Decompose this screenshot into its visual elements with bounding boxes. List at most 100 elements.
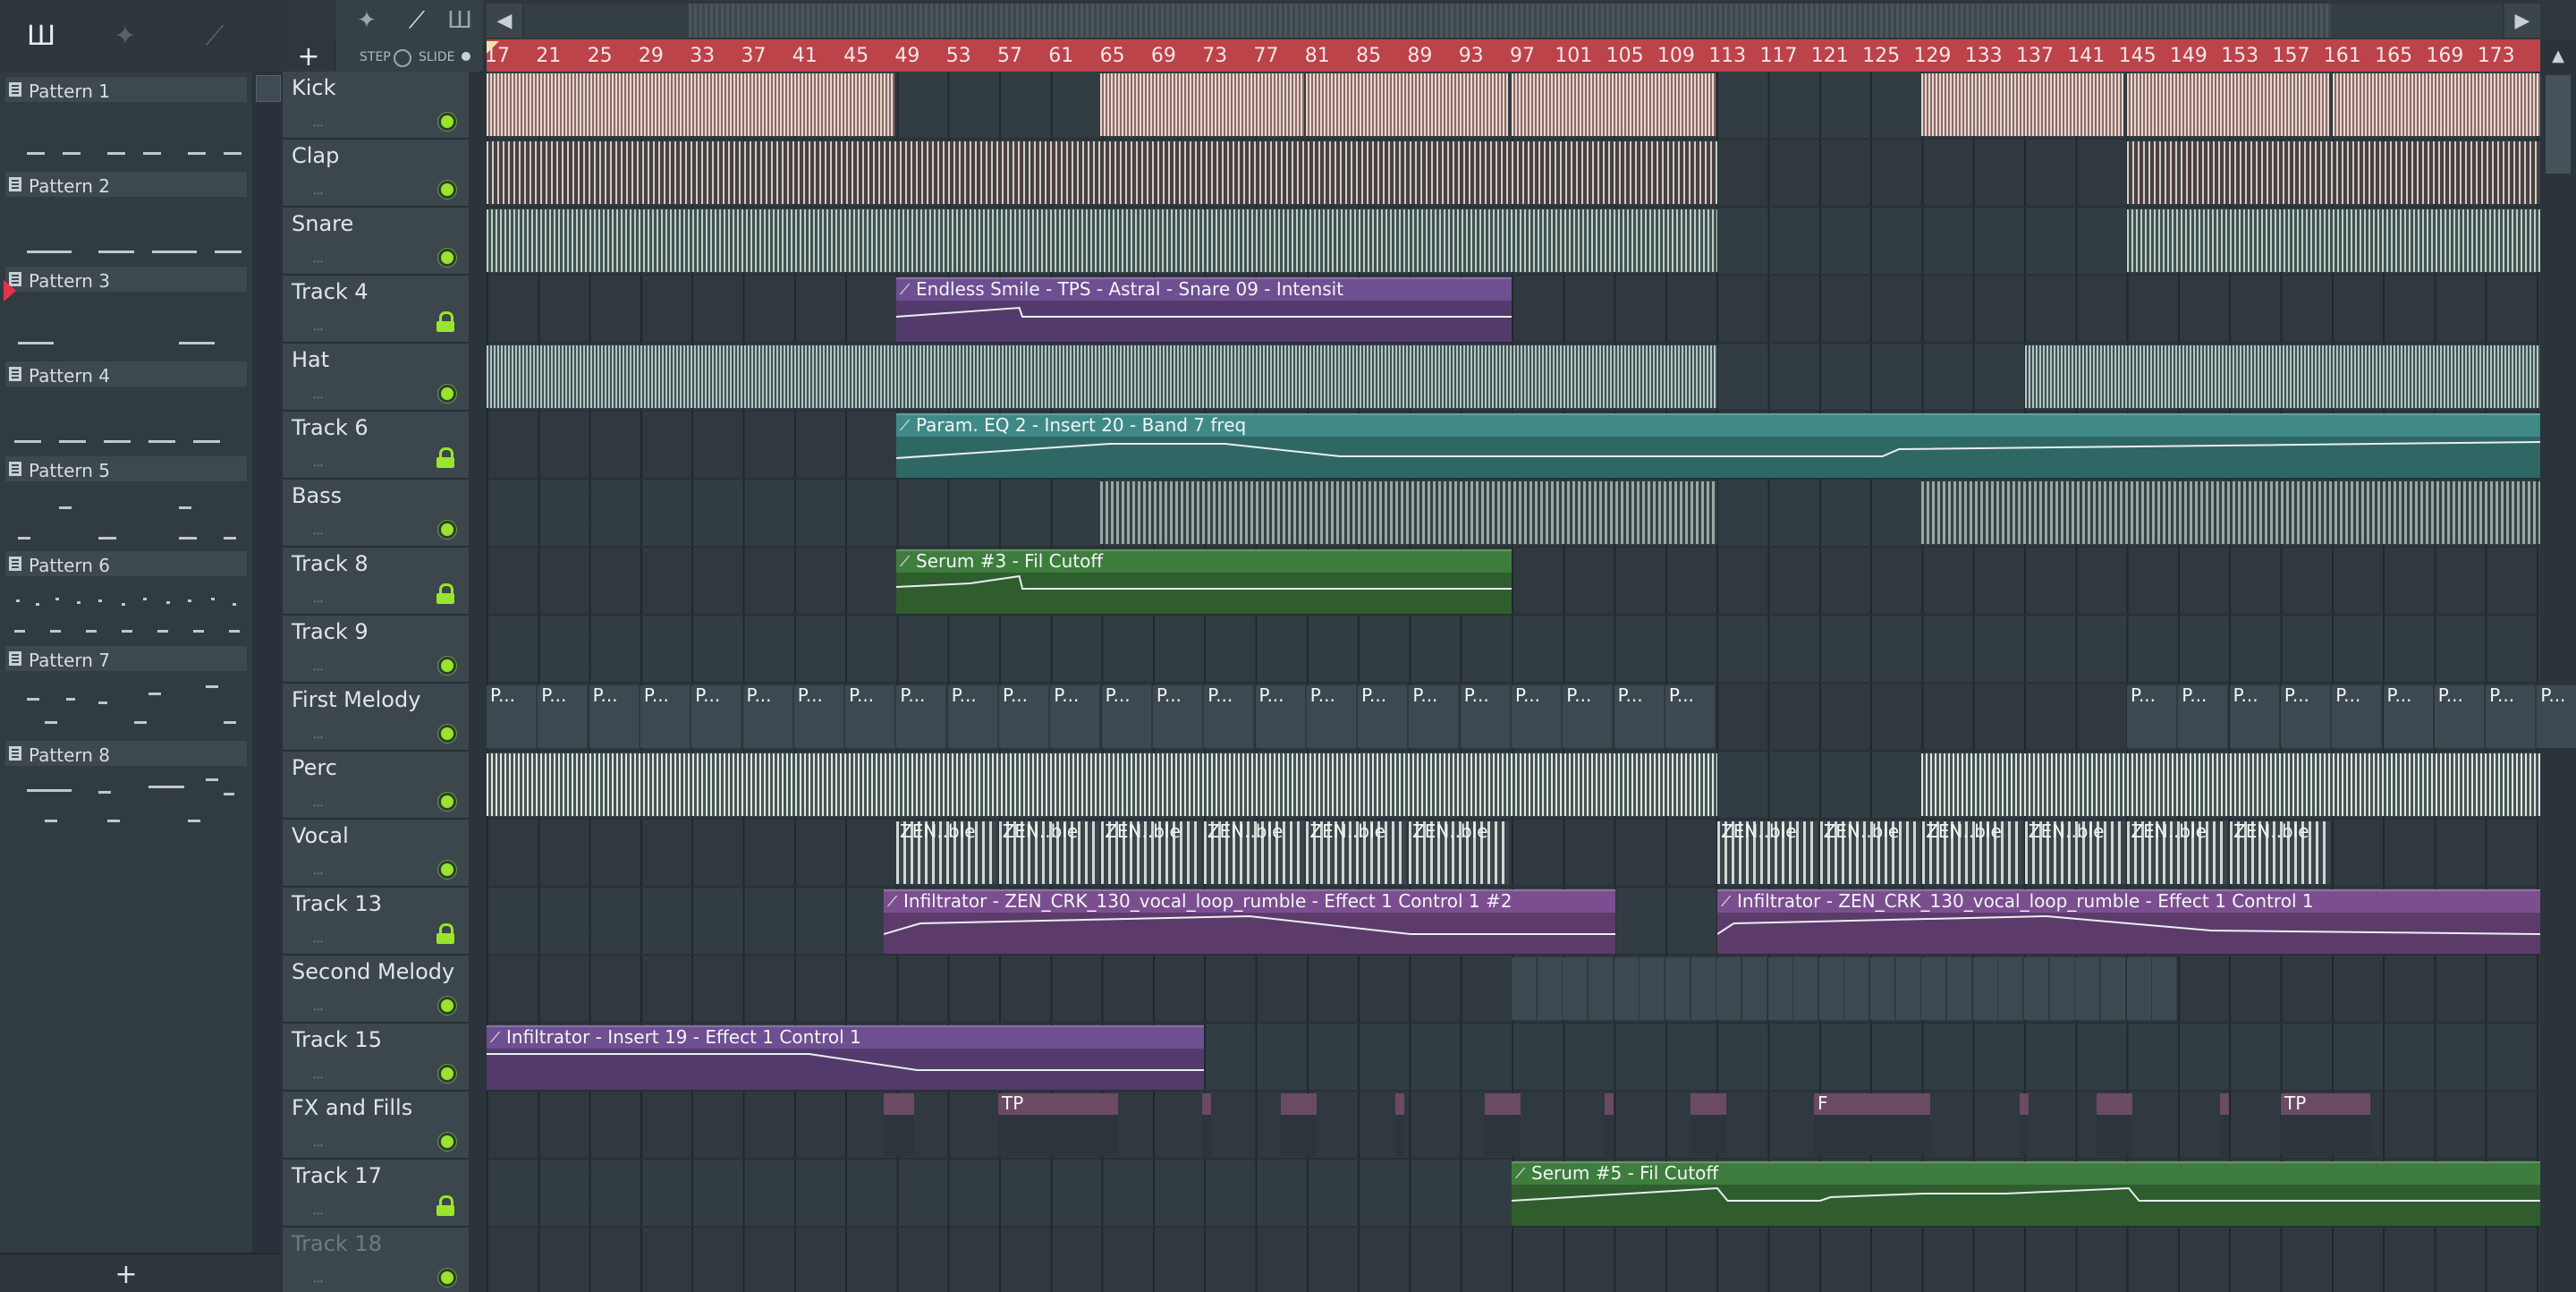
pattern-clip[interactable]: P... — [2178, 685, 2228, 748]
pattern-clip[interactable] — [1563, 957, 1588, 1020]
track-header[interactable]: Second Melody... — [283, 956, 469, 1024]
pattern-clip[interactable]: P... — [2486, 685, 2536, 748]
scroll-right-button[interactable]: ▶ — [2504, 4, 2540, 38]
pattern-clip[interactable]: P... — [1409, 685, 1459, 748]
pattern-clip[interactable] — [1665, 957, 1690, 1020]
song-overview-scrollbar[interactable] — [524, 4, 2503, 38]
pattern-clip[interactable] — [1741, 957, 1767, 1020]
pattern-clip[interactable]: P... — [1204, 685, 1254, 748]
audio-clip[interactable]: ZEN..ble — [1819, 821, 1920, 884]
audio-clip[interactable] — [2333, 73, 2540, 136]
pattern-clip[interactable]: P... — [793, 685, 843, 748]
track-lane[interactable] — [487, 344, 2540, 412]
audio-clip[interactable] — [1921, 73, 2123, 136]
pattern-clip[interactable] — [1793, 957, 1818, 1020]
track-lane[interactable]: Infiltrator - Insert 19 - Effect 1 Contr… — [487, 1024, 2540, 1092]
track-name[interactable]: Track 15 — [292, 1027, 382, 1052]
audio-clip[interactable] — [2127, 141, 2540, 204]
fx-clip[interactable] — [1485, 1093, 1521, 1156]
automation-clip[interactable]: Infiltrator - ZEN_CRK_130_vocal_loop_rum… — [1717, 889, 2540, 954]
pattern-item[interactable]: Pattern 3 — [5, 261, 247, 356]
track-lane[interactable] — [487, 480, 2540, 548]
track-lane[interactable] — [487, 1228, 2540, 1292]
audio-clip[interactable] — [1921, 481, 2540, 544]
pattern-item[interactable]: Pattern 7 — [5, 641, 247, 735]
track-name[interactable]: FX and Fills — [292, 1095, 412, 1120]
track-lane[interactable]: Serum #3 - Fil Cutoff ⟋ — [487, 548, 2540, 616]
pattern-item[interactable]: Pattern 6 — [5, 546, 247, 641]
audio-clip[interactable]: ZEN..ble — [2230, 821, 2330, 884]
scroll-left-button[interactable]: ◀ — [487, 4, 522, 38]
fx-clip[interactable]: F — [1814, 1093, 1930, 1156]
audio-clip[interactable]: ZEN..ble — [1203, 821, 1304, 884]
track-lane[interactable] — [487, 140, 2540, 208]
pattern-clip[interactable] — [2049, 957, 2074, 1020]
pattern-clip[interactable]: P... — [2434, 685, 2484, 748]
track-lane[interactable]: P... P... P... P... P... P... P... P... P... P...… — [487, 684, 2576, 752]
track-header[interactable]: Hat... — [283, 344, 469, 412]
pattern-clip[interactable] — [1640, 957, 1665, 1020]
track-lane[interactable]: ZEN..ble ZEN..ble ZEN..ble ZEN..ble ZEN..ble… — [487, 820, 2540, 888]
lock-icon[interactable] — [436, 1195, 454, 1216]
pattern-clip[interactable] — [1972, 957, 1997, 1020]
pattern-clip[interactable]: P... — [1563, 685, 1613, 748]
track-header[interactable]: Clap... — [283, 140, 469, 208]
automation-clip[interactable]: Serum #5 - Fil Cutoff ⟋ — [1512, 1161, 2540, 1226]
pattern-mode-icon[interactable]: Ш — [442, 5, 478, 36]
track-lane[interactable]: TP F TP — [487, 1092, 2540, 1160]
time-ruler[interactable]: 17 21 25 29 33 37 41 45 49 53 57 61 65 69 73 77 81 85 89 93… — [487, 39, 2540, 72]
track-mute-led[interactable] — [438, 1269, 456, 1287]
playhead-marker[interactable] — [487, 41, 499, 54]
pattern-clip[interactable]: P... — [1255, 685, 1305, 748]
automation-clip[interactable]: Param. EQ 2 - Insert 20 - Band 7 freq ⟋ — [896, 413, 2540, 478]
audio-clip[interactable]: ZEN..ble — [2024, 821, 2125, 884]
track-name[interactable]: Perc — [292, 755, 337, 780]
track-name[interactable]: Track 8 — [292, 551, 369, 576]
pattern-clip[interactable]: P... — [845, 685, 895, 748]
track-lane[interactable]: Infiltrator - ZEN_CRK_130_vocal_loop_rum… — [487, 888, 2540, 956]
fx-clip[interactable] — [2220, 1093, 2229, 1156]
pattern-clip[interactable]: P... — [2537, 685, 2576, 748]
audio-clip-icon[interactable]: ✦ — [98, 18, 152, 54]
audio-clip[interactable] — [487, 345, 1717, 408]
audio-clip[interactable]: ZEN..ble — [2127, 821, 2228, 884]
pattern-clip[interactable] — [2075, 957, 2100, 1020]
fx-clip[interactable] — [1605, 1093, 1614, 1156]
track-header[interactable]: Track 6... — [283, 412, 469, 480]
pattern-clip[interactable] — [2100, 957, 2125, 1020]
audio-clip[interactable]: ZEN..ble — [896, 821, 996, 884]
track-mute-led[interactable] — [438, 725, 456, 743]
pattern-clip[interactable]: P... — [1306, 685, 1356, 748]
track-mute-led[interactable] — [438, 997, 456, 1015]
audio-clip[interactable] — [1921, 753, 2540, 816]
audio-clip[interactable] — [487, 141, 1717, 204]
pattern-clip[interactable] — [1921, 957, 1946, 1020]
track-name[interactable]: Track 4 — [292, 279, 369, 304]
automation-mode-icon[interactable]: ⟋ — [399, 5, 435, 36]
track-header[interactable]: First Melody... — [283, 684, 469, 752]
pattern-clip[interactable] — [1767, 957, 1792, 1020]
pattern-clip[interactable] — [1690, 957, 1716, 1020]
audio-clip[interactable] — [2127, 73, 2329, 136]
track-mute-led[interactable] — [438, 521, 456, 539]
track-name[interactable]: Vocal — [292, 823, 349, 848]
track-name[interactable]: Kick — [292, 75, 336, 100]
audio-clip[interactable] — [1100, 73, 1304, 136]
pattern-clip[interactable] — [1614, 957, 1639, 1020]
fx-clip[interactable] — [884, 1093, 914, 1156]
pattern-clip[interactable]: P... — [1512, 685, 1561, 748]
track-name[interactable]: Track 9 — [292, 619, 369, 644]
automation-clip[interactable]: Infiltrator - Insert 19 - Effect 1 Contr… — [487, 1025, 1204, 1090]
lock-icon[interactable] — [436, 583, 454, 604]
track-lane[interactable]: Param. EQ 2 - Insert 20 - Band 7 freq ⟋ — [487, 412, 2540, 480]
pattern-clip[interactable]: P... — [896, 685, 946, 748]
track-name[interactable]: Second Melody — [292, 959, 454, 984]
track-name[interactable]: Track 18 — [292, 1231, 382, 1256]
lock-icon[interactable] — [436, 447, 454, 468]
pattern-item[interactable]: Pattern 2 — [5, 166, 247, 261]
track-header[interactable]: Track 9... — [283, 616, 469, 684]
track-header[interactable]: Track 18... — [283, 1228, 469, 1292]
audio-clip[interactable] — [2025, 345, 2540, 408]
piano-roll-icon[interactable]: Ш — [14, 18, 68, 54]
pattern-clip[interactable]: P... — [2383, 685, 2433, 748]
